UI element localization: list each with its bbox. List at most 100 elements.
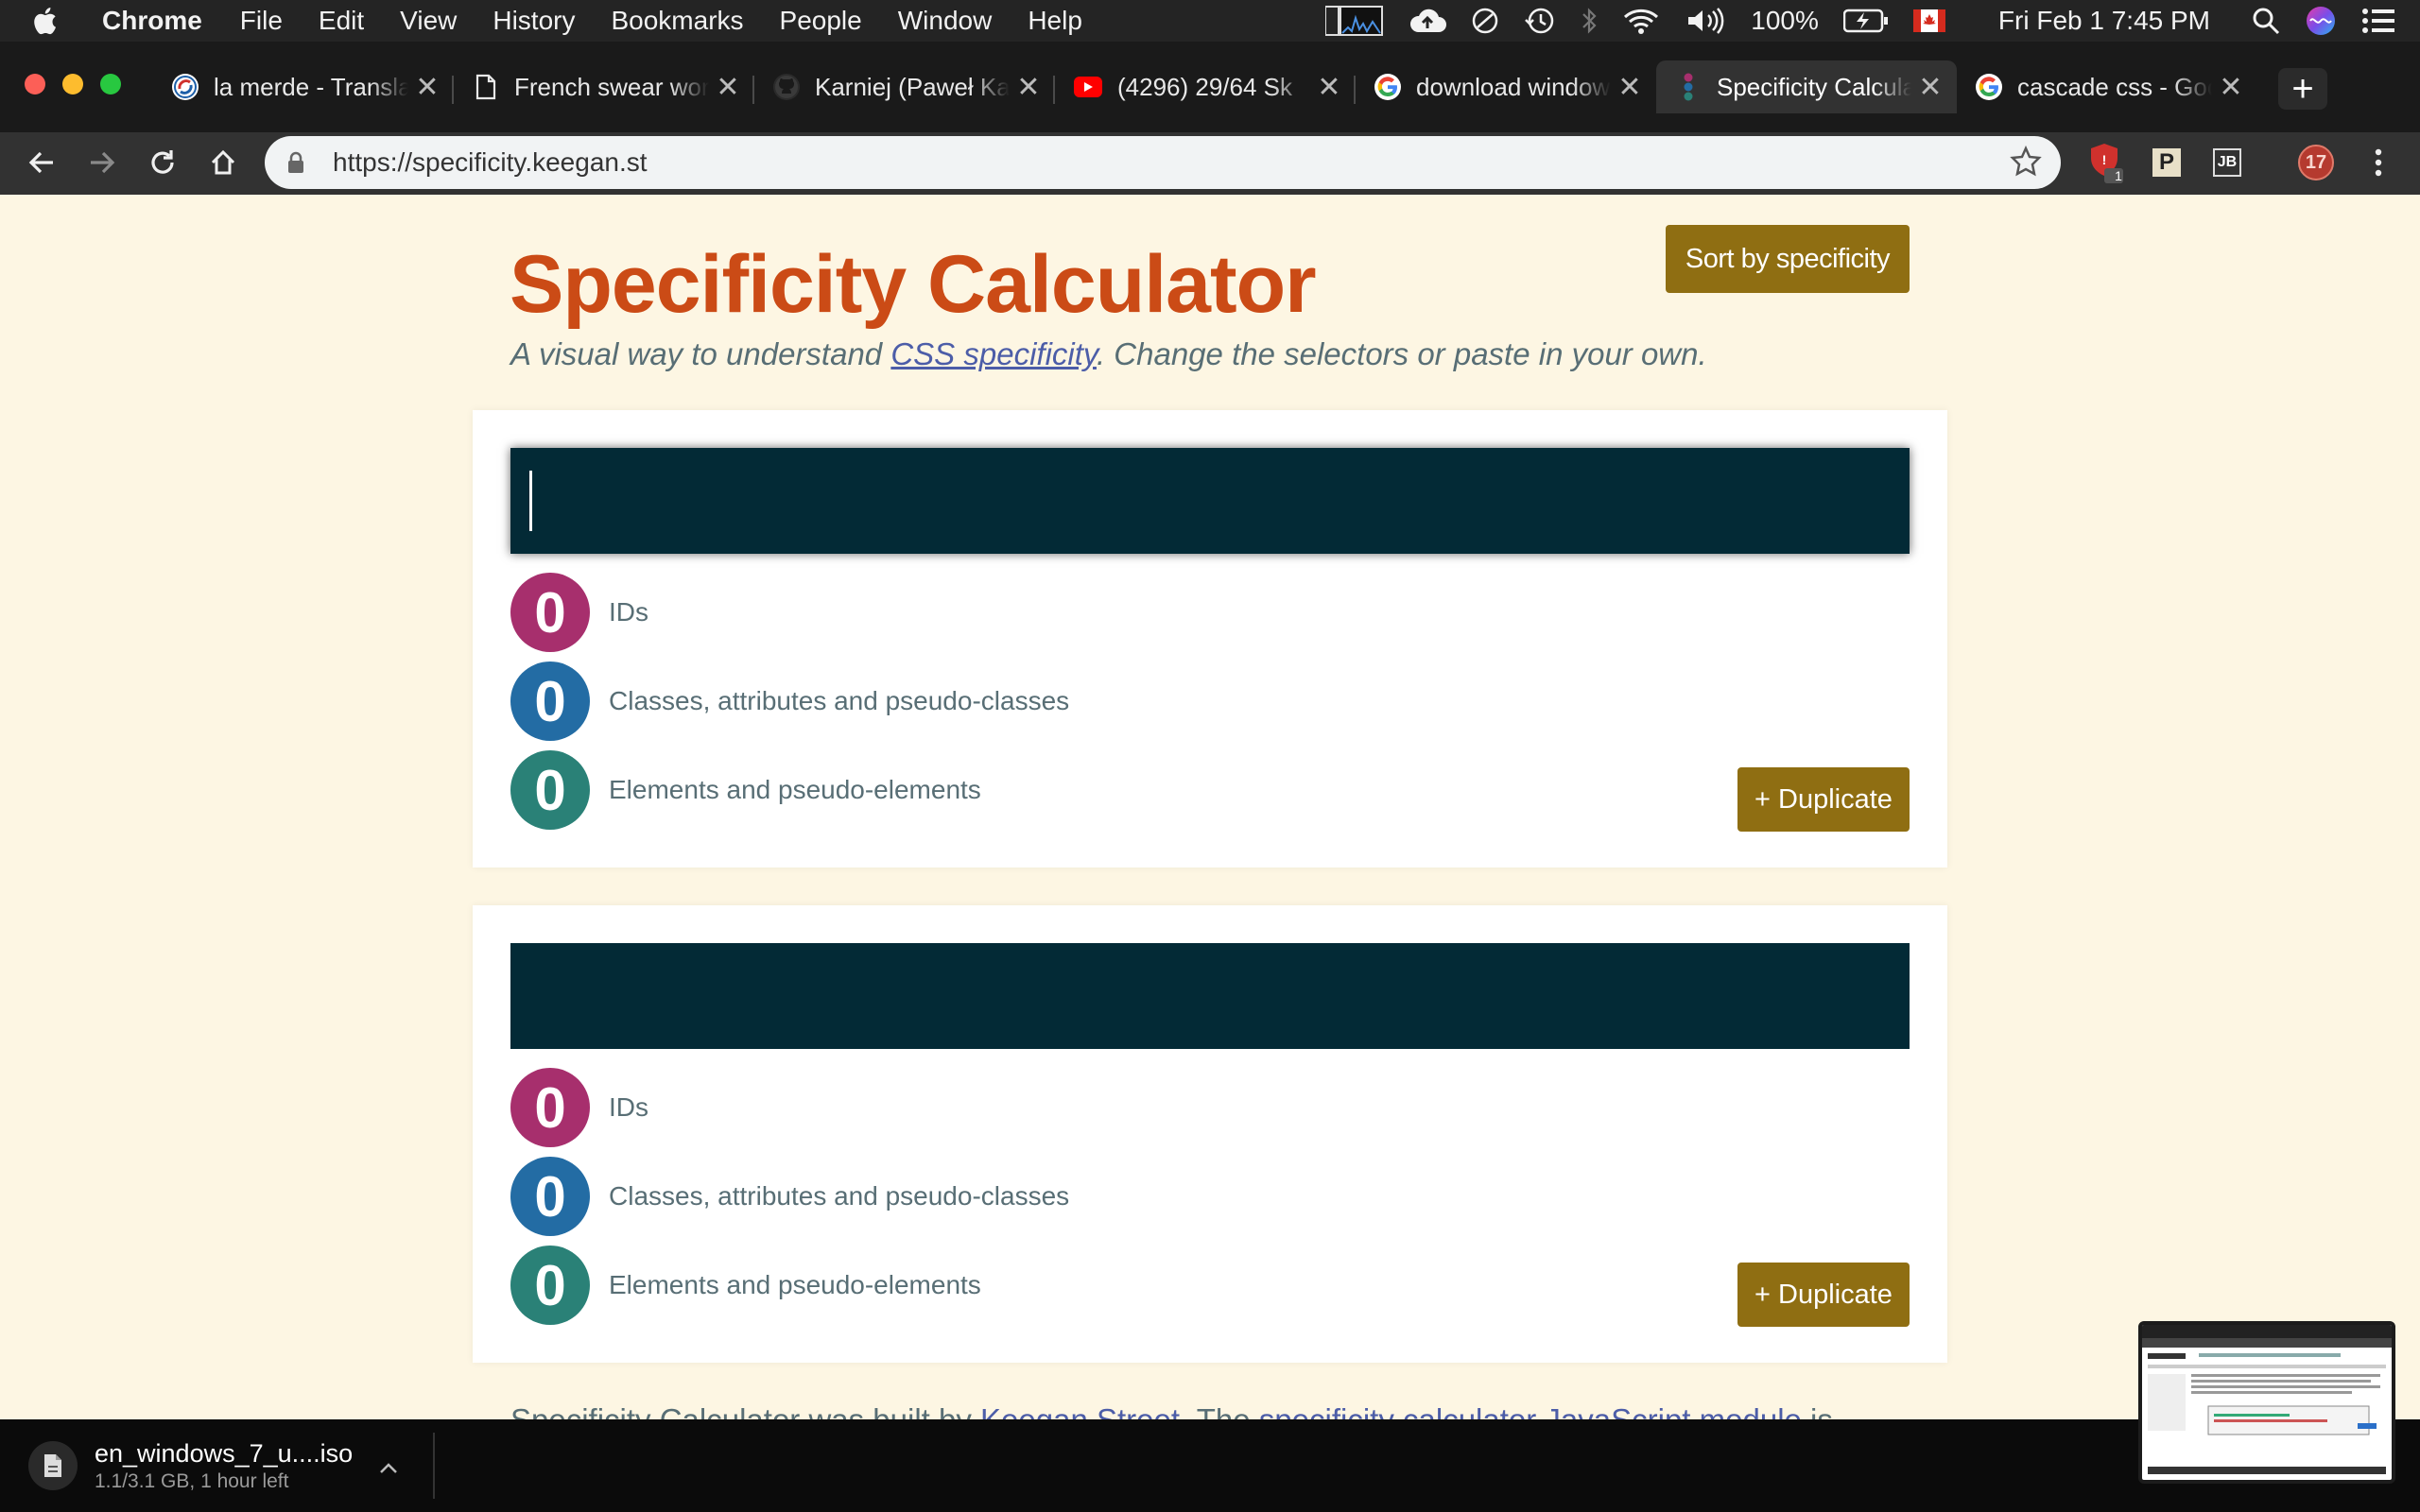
tab-title: Specificity Calculator: [1717, 72, 1911, 101]
tab-close-icon[interactable]: ✕: [408, 71, 446, 104]
selector-input[interactable]: [510, 448, 1910, 554]
address-bar[interactable]: https://specificity.keegan.st: [265, 136, 2061, 189]
tab-youtube[interactable]: (4296) 29/64 Sk ✕: [1055, 64, 1356, 110]
tab-close-icon[interactable]: ✕: [1310, 71, 1348, 104]
elements-count-badge: 0: [510, 1246, 590, 1325]
bookmark-star-icon[interactable]: [2010, 145, 2042, 182]
text-cursor: [529, 471, 532, 531]
sort-by-specificity-button[interactable]: Sort by specificity: [1666, 225, 1910, 293]
classes-count-badge: 0: [510, 662, 590, 741]
subtitle-text: A visual way to understand: [510, 336, 891, 371]
notification-center-icon[interactable]: [2361, 8, 2395, 34]
ids-label: IDs: [609, 597, 648, 627]
lock-icon[interactable]: [287, 151, 325, 174]
tab-close-icon[interactable]: ✕: [1010, 71, 1047, 104]
forward-arrow-icon[interactable]: [81, 142, 123, 183]
profile-count: 17: [2298, 145, 2334, 180]
menu-edit[interactable]: Edit: [319, 6, 364, 36]
classes-row: 0 Classes, attributes and pseudo-classes: [510, 662, 1069, 741]
screenshot-preview-image: [2142, 1325, 2392, 1474]
download-item[interactable]: en_windows_7_u....iso 1.1/3.1 GB, 1 hour…: [28, 1435, 398, 1497]
home-icon[interactable]: [202, 142, 244, 183]
macos-menu-bar: Chrome File Edit View History Bookmarks …: [0, 0, 2420, 42]
siri-icon[interactable]: [2305, 5, 2337, 37]
apple-icon[interactable]: [32, 7, 85, 35]
cpu-monitor-icon[interactable]: [1325, 5, 1384, 37]
tab-close-icon[interactable]: ✕: [2212, 71, 2250, 104]
page-title: Specificity Calculator: [510, 239, 1317, 330]
ids-count-badge: 0: [510, 1068, 590, 1147]
js-module-link[interactable]: specificity calculator JavaScript module: [1259, 1402, 1802, 1419]
footer-text-middle: . The: [1180, 1402, 1259, 1419]
tab-title: Karniej (Paweł Karniej): [815, 72, 1010, 101]
battery-icon[interactable]: [1842, 9, 1889, 33]
tab-specificity-calculator[interactable]: Specificity Calculator ✕: [1656, 60, 1957, 113]
footer-text-end: is: [1802, 1402, 1833, 1419]
svg-text:!: !: [2102, 152, 2107, 167]
battery-percentage[interactable]: 100%: [1751, 6, 1819, 36]
download-status: 1.1/3.1 GB, 1 hour left: [95, 1469, 289, 1492]
menu-people[interactable]: People: [780, 6, 862, 36]
tab-download-windows[interactable]: download windows ✕: [1356, 64, 1656, 110]
window-minimize-button[interactable]: [62, 74, 83, 94]
duplicate-button[interactable]: + Duplicate: [1737, 1263, 1910, 1327]
elements-label: Elements and pseudo-elements: [609, 775, 981, 804]
page-content: Specificity Calculator Sort by specifici…: [0, 195, 2420, 1419]
google-icon: [1374, 74, 1401, 100]
tab-title: French swear words: [514, 72, 709, 101]
jetbrains-extension-icon[interactable]: JB: [2206, 142, 2248, 183]
window-close-button[interactable]: [25, 74, 45, 94]
tab-close-icon[interactable]: ✕: [709, 71, 747, 104]
menu-help[interactable]: Help: [1028, 6, 1082, 36]
download-filename: en_windows_7_u....iso: [95, 1438, 354, 1468]
specificity-icon: [1675, 73, 1702, 101]
cloud-upload-icon[interactable]: [1409, 8, 1447, 34]
window-maximize-button[interactable]: [100, 74, 121, 94]
pinterest-extension-icon[interactable]: P: [2146, 142, 2187, 183]
spotlight-search-icon[interactable]: [2252, 7, 2280, 35]
tab-close-icon[interactable]: ✕: [1911, 71, 1949, 104]
menu-window[interactable]: Window: [898, 6, 993, 36]
github-icon: [773, 74, 800, 100]
youtube-icon: [1074, 77, 1102, 97]
browser-toolbar: https://specificity.keegan.st ! 1 P JB 1…: [0, 132, 2420, 195]
footer-credits: Specificity Calculator was built by Keeg…: [510, 1402, 1833, 1419]
classes-row: 0 Classes, attributes and pseudo-classes: [510, 1157, 1069, 1236]
menu-app-name[interactable]: Chrome: [102, 6, 202, 36]
ublock-extension-icon[interactable]: ! 1: [2085, 142, 2127, 183]
tab-close-icon[interactable]: ✕: [1611, 71, 1649, 104]
back-arrow-icon[interactable]: [21, 142, 62, 183]
url-text[interactable]: https://specificity.keegan.st: [333, 147, 648, 178]
menu-view[interactable]: View: [400, 6, 457, 36]
chevron-up-icon[interactable]: [379, 1452, 398, 1481]
screenshot-thumbnail[interactable]: [2138, 1321, 2395, 1484]
google-icon: [1976, 74, 2002, 100]
menu-history[interactable]: History: [493, 6, 575, 36]
do-not-disturb-icon[interactable]: [1471, 7, 1499, 35]
reload-icon[interactable]: [142, 142, 183, 183]
keegan-street-link[interactable]: Keegan Street: [980, 1402, 1180, 1419]
time-machine-icon[interactable]: [1524, 7, 1556, 35]
profile-avatar-icon[interactable]: 17: [2295, 142, 2337, 183]
wifi-icon[interactable]: [1622, 7, 1660, 35]
classes-label: Classes, attributes and pseudo-classes: [609, 686, 1070, 715]
duplicate-button[interactable]: + Duplicate: [1737, 767, 1910, 832]
chrome-menu-icon[interactable]: [2358, 142, 2399, 183]
css-specificity-link[interactable]: CSS specificity: [890, 336, 1097, 371]
tab-title: la merde - Translate: [214, 72, 408, 101]
tab-french-swear-words[interactable]: French swear words ✕: [454, 64, 754, 110]
selector-input[interactable]: [510, 943, 1910, 1049]
menu-bookmarks[interactable]: Bookmarks: [611, 6, 743, 36]
tab-cascade-css[interactable]: cascade css - Google ✕: [1957, 64, 2257, 110]
tab-translate[interactable]: la merde - Translate ✕: [153, 64, 454, 110]
menubar-clock[interactable]: Fri Feb 1 7:45 PM: [1998, 6, 2210, 36]
canada-flag-icon[interactable]: [1912, 9, 1945, 32]
ids-row: 0 IDs: [510, 1068, 648, 1147]
new-tab-button[interactable]: +: [2278, 68, 2327, 110]
bluetooth-icon[interactable]: [1581, 7, 1598, 35]
volume-icon[interactable]: [1685, 7, 1726, 35]
tab-karniej[interactable]: Karniej (Paweł Karniej) ✕: [754, 64, 1055, 110]
elements-count-badge: 0: [510, 750, 590, 830]
page-subtitle: A visual way to understand CSS specifici…: [510, 336, 1707, 372]
menu-file[interactable]: File: [240, 6, 283, 36]
